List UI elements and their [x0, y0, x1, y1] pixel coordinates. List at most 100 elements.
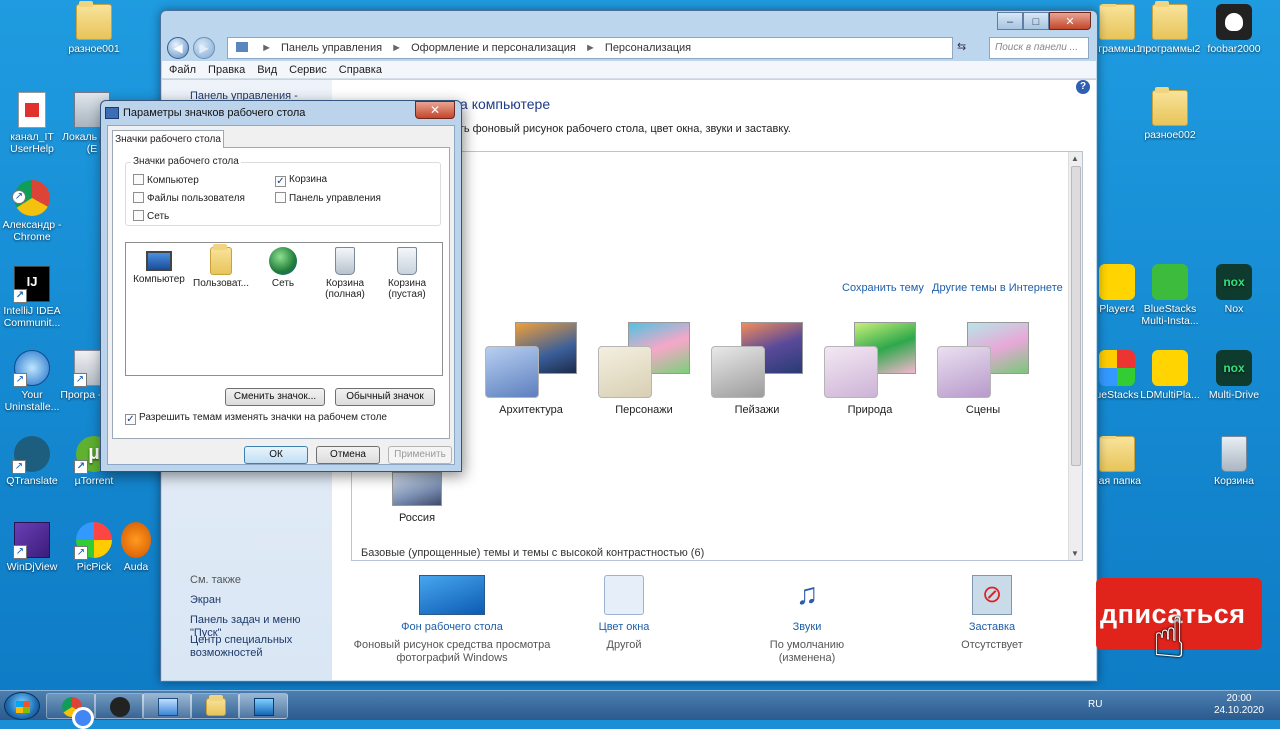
dialog-title: Параметры значков рабочего стола — [123, 107, 306, 119]
minimize-button[interactable]: ‒ — [997, 12, 1023, 30]
menu-bar: Файл Правка Вид Сервис Справка — [162, 61, 1096, 79]
maximize-button[interactable]: □ — [1023, 12, 1049, 30]
search-input[interactable]: Поиск в панели ... — [989, 37, 1089, 59]
theme-scenes[interactable]: Сцены — [928, 322, 1038, 416]
checkbox-allow-themes[interactable]: ✓ Разрешить темам изменять значки на рабо… — [125, 412, 387, 425]
menu-tools[interactable]: Сервис — [284, 61, 332, 78]
apply-button[interactable]: Применить — [388, 446, 452, 464]
icon-list: Компьютер Пользоват... Сеть Корзина (пол… — [125, 242, 443, 376]
theme-landscapes[interactable]: Пейзажи — [702, 322, 812, 416]
desktop-icon-new-folder[interactable]: пая папка — [1092, 436, 1142, 487]
picpick-icon — [74, 522, 112, 560]
save-theme-link[interactable]: Сохранить тему — [842, 282, 924, 294]
language-indicator[interactable]: RU — [1088, 699, 1102, 710]
scroll-up-icon[interactable]: ▲ — [1071, 154, 1079, 163]
icon-item-recycle-empty[interactable]: Корзина (пустая) — [376, 247, 438, 300]
personalization-icon — [254, 698, 274, 716]
checkbox-icon — [133, 192, 144, 203]
breadcrumb-personalization[interactable]: Персонализация — [605, 42, 691, 54]
checkbox-control-panel[interactable]: Панель управления — [275, 192, 381, 205]
checkbox-computer[interactable]: Компьютер — [133, 174, 199, 187]
folder-icon — [1099, 4, 1135, 40]
window-color-setting[interactable]: Цвет окна Другой — [574, 575, 674, 652]
forward-button[interactable]: ▶ — [193, 37, 215, 59]
recycle-bin-icon — [1221, 436, 1247, 472]
back-button[interactable]: ◀ — [167, 37, 189, 59]
taskbar-control-panel[interactable] — [142, 693, 192, 719]
breadcrumb-control-panel[interactable]: Панель управления — [281, 42, 382, 54]
menu-help[interactable]: Справка — [334, 61, 387, 78]
theme-russia[interactable]: Россия — [362, 472, 472, 524]
desktop-icon-intellij[interactable]: IJ IntelliJ IDEA Communit... — [0, 266, 68, 329]
ldplayer-icon — [1152, 350, 1188, 386]
close-button[interactable]: ✕ — [1049, 12, 1091, 30]
computer-icon — [146, 251, 172, 271]
desktop-background-setting[interactable]: Фон рабочего стола Фоновый рисунок средс… — [352, 575, 552, 665]
see-also-accessibility[interactable]: Центр специальных возможностей — [190, 634, 300, 660]
sounds-setting[interactable]: ♫ Звуки По умолчанию (изменена) — [742, 575, 872, 665]
desktop-icon-folder[interactable]: разное001 — [58, 1, 130, 55]
taskbar-obs[interactable] — [94, 693, 144, 719]
desktop-icon-ldmultiplayer[interactable]: LDMultiPla... — [1134, 350, 1206, 401]
taskbar: RU 20:00 24.10.2020 — [0, 690, 1280, 729]
desktop-icon-nox[interactable]: nox Nox — [1198, 264, 1270, 315]
clock-time: 20:00 — [1226, 693, 1252, 704]
menu-file[interactable]: Файл — [164, 61, 201, 78]
start-button[interactable] — [4, 692, 40, 720]
desktop-icon-recycle-bin[interactable]: Корзина — [1198, 436, 1270, 487]
menu-edit[interactable]: Правка — [203, 61, 250, 78]
desktop-icon-programs2[interactable]: программы2 — [1134, 1, 1206, 55]
dialog-close-button[interactable]: ✕ — [415, 101, 455, 119]
obs-icon — [110, 697, 130, 717]
cancel-button[interactable]: Отмена — [316, 446, 380, 464]
icon-item-network[interactable]: Сеть — [252, 247, 314, 289]
clock[interactable]: 20:00 24.10.2020 — [1214, 693, 1264, 717]
bluestacks-icon — [1152, 264, 1188, 300]
desktop-icon-bluestacks-multi[interactable]: BlueStacks Multi-Insta... — [1134, 264, 1206, 327]
qtranslate-icon — [12, 436, 50, 474]
checkbox-user-files[interactable]: Файлы пользователя — [133, 192, 245, 205]
basic-themes-header[interactable]: Базовые (упрощенные) темы и темы с высок… — [361, 547, 704, 559]
refresh-icon[interactable]: ⇆ — [957, 40, 966, 53]
taskbar-explorer[interactable] — [190, 693, 240, 719]
theme-preview-icon — [711, 322, 803, 398]
nox-icon: nox — [1216, 264, 1252, 300]
player-icon — [1099, 264, 1135, 300]
online-themes-link[interactable]: Другие темы в Интернете — [932, 282, 1063, 294]
theme-architecture[interactable]: Архитектура — [476, 322, 586, 416]
checkbox-network[interactable]: Сеть — [133, 210, 169, 223]
menu-view[interactable]: Вид — [252, 61, 282, 78]
icon-item-user[interactable]: Пользоват... — [190, 244, 252, 289]
taskbar-personalization[interactable] — [238, 693, 288, 719]
change-icon-button[interactable]: Сменить значок... — [225, 388, 325, 406]
restore-default-button[interactable]: Обычный значок — [335, 388, 435, 406]
desktop-icon-foobar[interactable]: foobar2000 — [1198, 4, 1270, 55]
icon-item-recycle-full[interactable]: Корзина (полная) — [314, 247, 376, 300]
theme-preview-icon — [937, 322, 1029, 398]
help-icon[interactable]: ? — [1076, 80, 1090, 94]
breadcrumb-appearance[interactable]: Оформление и персонализация — [411, 42, 576, 54]
icon-item-computer[interactable]: Компьютер — [128, 247, 190, 285]
desktop-icon-chrome[interactable]: Александр - Chrome — [0, 180, 68, 243]
audacity-icon — [121, 522, 151, 558]
desktop-icon-audacity[interactable]: Auda — [114, 522, 158, 573]
sounds-icon: ♫ — [795, 578, 819, 611]
folder-icon — [206, 695, 226, 716]
taskbar-chrome[interactable] — [46, 693, 96, 729]
desktop-icon-misc002[interactable]: разное002 — [1134, 87, 1206, 141]
checkmark-icon: ✓ — [125, 414, 136, 425]
themes-scrollbar[interactable]: ▲ ▼ — [1068, 152, 1082, 560]
clock-date: 24.10.2020 — [1213, 705, 1264, 716]
checkbox-recycle-bin[interactable]: ✓ Корзина — [275, 174, 327, 187]
address-input[interactable]: ► Панель управления ► Оформление и персо… — [227, 37, 953, 59]
desktop-icon-multidrive[interactable]: nox Multi-Drive — [1198, 350, 1270, 401]
hand-cursor-icon: ☝ — [1152, 606, 1187, 669]
ok-button[interactable]: ОК — [244, 446, 308, 464]
theme-nature[interactable]: Природа — [815, 322, 925, 416]
screensaver-setting[interactable]: ⊘ Заставка Отсутствует — [942, 575, 1042, 652]
see-also-display[interactable]: Экран — [190, 594, 221, 607]
scroll-thumb[interactable] — [1071, 166, 1081, 466]
theme-characters[interactable]: Персонажи — [589, 322, 699, 416]
tab-desktop-icons[interactable]: Значки рабочего стола — [112, 130, 224, 148]
scroll-down-icon[interactable]: ▼ — [1071, 549, 1079, 558]
